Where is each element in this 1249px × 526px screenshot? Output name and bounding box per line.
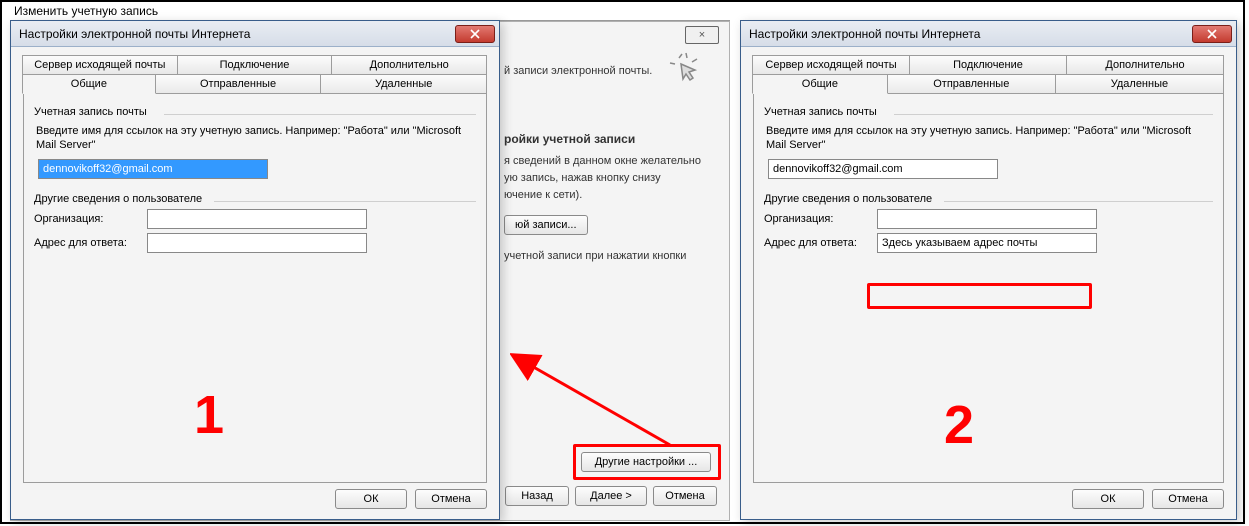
tab-deleted[interactable]: Удаленные xyxy=(320,74,487,94)
settings-dialog-1: Настройки электронной почты Интернета Се… xyxy=(10,20,500,520)
reply-address-input[interactable] xyxy=(877,233,1097,253)
tab-sent[interactable]: Отправленные xyxy=(887,74,1056,94)
dialog-body: Сервер исходящей почты Подключение Допол… xyxy=(741,47,1236,519)
group-account: Учетная запись почты xyxy=(764,106,877,118)
dialog-buttons: ОК Отмена xyxy=(335,489,487,509)
tabs-top: Сервер исходящей почты Подключение Допол… xyxy=(753,55,1224,74)
titlebar: Настройки электронной почты Интернета xyxy=(741,21,1236,47)
bg-line1: й записи электронной почты. xyxy=(504,64,714,79)
account-name-input[interactable] xyxy=(38,159,268,179)
account-name-input[interactable] xyxy=(768,159,998,179)
bg-text1: я сведений в данном окне желательно xyxy=(504,154,714,169)
cancel-button[interactable]: Отмена xyxy=(653,486,717,506)
bg-hint-text: й записи электронной почты. xyxy=(504,64,714,91)
group-other: Другие сведения о пользователе xyxy=(764,193,932,205)
bg-hint-main: ройки учетной записи я сведений в данном… xyxy=(504,132,714,275)
annotation-1: 1 xyxy=(194,384,224,446)
parent-window-title: Изменить учетную запись xyxy=(10,2,730,21)
tab-outgoing[interactable]: Сервер исходящей почты xyxy=(22,55,178,74)
tab-advanced[interactable]: Дополнительно xyxy=(1066,55,1224,74)
bg-text2: ую запись, нажав кнопку снизу xyxy=(504,171,714,186)
titlebar: Настройки электронной почты Интернета xyxy=(11,21,499,47)
close-button[interactable] xyxy=(1192,25,1232,43)
close-button[interactable] xyxy=(455,25,495,43)
cancel-button[interactable]: Отмена xyxy=(415,489,487,509)
settings-dialog-2: Настройки электронной почты Интернета Се… xyxy=(740,20,1237,520)
dialog-title: Настройки электронной почты Интернета xyxy=(19,27,250,41)
tabs-bottom: Общие Отправленные Удаленные xyxy=(753,74,1224,94)
reply-label: Адрес для ответа: xyxy=(34,237,139,249)
annotation-2: 2 xyxy=(944,394,974,456)
close-icon xyxy=(1207,29,1217,39)
tab-sent[interactable]: Отправленные xyxy=(155,74,322,94)
tabs-top: Сервер исходящей почты Подключение Допол… xyxy=(23,55,487,74)
ok-button[interactable]: ОК xyxy=(1072,489,1144,509)
tab-sheet: Учетная запись почты Введите имя для ссы… xyxy=(753,93,1224,483)
tab-general[interactable]: Общие xyxy=(22,74,156,94)
organization-input[interactable] xyxy=(877,209,1097,229)
tab-general[interactable]: Общие xyxy=(752,74,888,94)
ok-button[interactable]: ОК xyxy=(335,489,407,509)
org-label: Организация: xyxy=(34,213,139,225)
reply-row: Адрес для ответа: xyxy=(34,233,476,253)
bg-text3: ючение к сети). xyxy=(504,188,714,203)
organization-input[interactable] xyxy=(147,209,367,229)
dialog-buttons: ОК Отмена xyxy=(1072,489,1224,509)
reply-address-input[interactable] xyxy=(147,233,367,253)
tab-sheet: Учетная запись почты Введите имя для ссы… xyxy=(23,93,487,483)
reply-row: Адрес для ответа: xyxy=(764,233,1213,253)
account-settings-button[interactable]: юй записи... xyxy=(504,215,588,235)
reply-label: Адрес для ответа: xyxy=(764,237,869,249)
close-icon xyxy=(470,29,480,39)
dialog-title: Настройки электронной почты Интернета xyxy=(749,27,980,41)
bg-text4: учетной записи при нажатии кнопки xyxy=(504,249,714,264)
next-button[interactable]: Далее > xyxy=(575,486,647,506)
back-button[interactable]: Назад xyxy=(505,486,569,506)
close-icon[interactable]: × xyxy=(685,26,719,44)
org-label: Организация: xyxy=(764,213,869,225)
bg-heading: ройки учетной записи xyxy=(504,132,714,146)
parent-bottom-buttons: Назад Далее > Отмена xyxy=(505,486,717,506)
dialog-body: Сервер исходящей почты Подключение Допол… xyxy=(11,47,499,519)
tabs-bottom: Общие Отправленные Удаленные xyxy=(23,74,487,94)
tab-advanced[interactable]: Дополнительно xyxy=(331,55,487,74)
more-settings-button[interactable]: Другие настройки ... xyxy=(581,452,711,472)
tab-deleted[interactable]: Удаленные xyxy=(1055,74,1224,94)
instruction-text: Введите имя для ссылок на эту учетную за… xyxy=(766,124,1211,153)
tab-connection[interactable]: Подключение xyxy=(177,55,333,74)
tab-outgoing[interactable]: Сервер исходящей почты xyxy=(752,55,910,74)
group-other: Другие сведения о пользователе xyxy=(34,193,202,205)
org-row: Организация: xyxy=(34,209,476,229)
group-account: Учетная запись почты xyxy=(34,106,147,118)
org-row: Организация: xyxy=(764,209,1213,229)
instruction-text: Введите имя для ссылок на эту учетную за… xyxy=(36,124,474,153)
tab-connection[interactable]: Подключение xyxy=(909,55,1067,74)
highlight-reply-field xyxy=(867,283,1092,309)
cancel-button[interactable]: Отмена xyxy=(1152,489,1224,509)
